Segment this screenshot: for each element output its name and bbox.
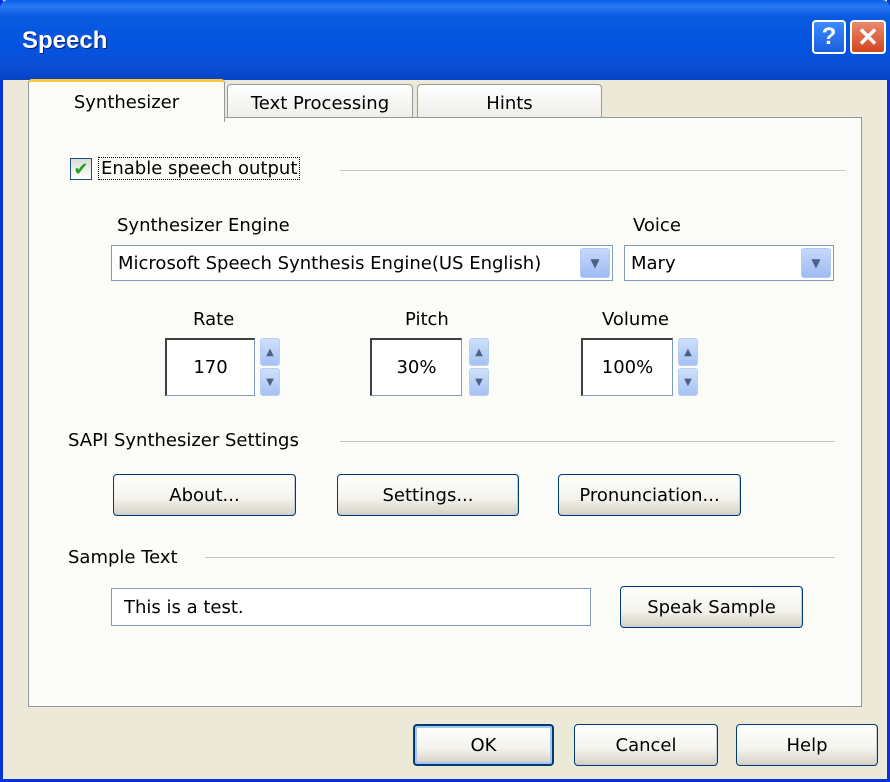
tab-text-processing-label: Text Processing [250,93,390,114]
rate-spinner[interactable]: ▲ ▼ [260,338,280,396]
window-title: Speech [22,27,108,54]
pitch-field[interactable]: 30% [370,338,462,396]
close-icon[interactable]: ✕ [850,20,886,54]
sample-text-label: Sample Text [68,547,178,568]
help-button-label: Help [786,734,828,756]
divider [340,170,845,171]
tab-hints-label: Hints [486,93,533,114]
engine-value: Microsoft Speech Synthesis Engine(US Eng… [118,252,542,274]
enable-speech-label[interactable]: Enable speech output [98,157,301,180]
ok-button-label: OK [470,734,497,756]
voice-select[interactable]: Mary ▼ [624,245,834,281]
ok-button[interactable]: OK [413,724,554,766]
chevron-down-icon[interactable]: ▼ [580,248,610,278]
divider [205,557,835,558]
divider [340,441,835,442]
pitch-value: 30% [396,357,437,378]
settings-button-label: Settings... [382,484,474,506]
settings-button[interactable]: Settings... [337,474,519,516]
cancel-button[interactable]: Cancel [574,724,718,766]
pitch-spinner[interactable]: ▲ ▼ [469,338,489,396]
arrow-up-icon[interactable]: ▲ [678,338,698,366]
checkmark-icon: ✔ [73,158,89,180]
cancel-button-label: Cancel [615,734,677,756]
volume-value: 100% [601,357,654,378]
pronunciation-button-label: Pronunciation... [579,484,720,506]
title-bar[interactable]: Speech ? ✕ [0,0,890,80]
engine-select[interactable]: Microsoft Speech Synthesis Engine(US Eng… [111,245,613,281]
volume-spinner[interactable]: ▲ ▼ [678,338,698,396]
rate-value: 170 [193,357,228,378]
help-icon[interactable]: ? [812,20,846,54]
speak-sample-button-label: Speak Sample [647,596,776,618]
sample-text-input[interactable]: This is a test. [111,588,591,626]
about-button[interactable]: About... [113,474,296,516]
volume-field[interactable]: 100% [581,338,673,396]
about-button-label: About... [169,484,240,506]
voice-label: Voice [633,215,681,236]
voice-value: Mary [631,252,676,274]
arrow-down-icon[interactable]: ▼ [678,368,698,396]
pitch-label: Pitch [405,309,449,330]
rate-field[interactable]: 170 [165,338,255,396]
pronunciation-button[interactable]: Pronunciation... [558,474,741,516]
enable-speech-checkbox[interactable]: ✔ [70,158,92,180]
arrow-down-icon[interactable]: ▼ [469,368,489,396]
sapi-settings-label: SAPI Synthesizer Settings [68,430,299,451]
sample-text-value: This is a test. [124,596,244,618]
arrow-up-icon[interactable]: ▲ [469,338,489,366]
arrow-up-icon[interactable]: ▲ [260,338,280,366]
help-button[interactable]: Help [736,724,878,766]
volume-label: Volume [602,309,669,330]
speak-sample-button[interactable]: Speak Sample [620,586,803,628]
arrow-down-icon[interactable]: ▼ [260,368,280,396]
chevron-down-icon[interactable]: ▼ [801,248,831,278]
rate-label: Rate [193,309,235,330]
engine-label: Synthesizer Engine [117,215,290,236]
tab-synthesizer[interactable]: Synthesizer [28,79,225,122]
tab-synthesizer-label: Synthesizer [73,91,180,113]
